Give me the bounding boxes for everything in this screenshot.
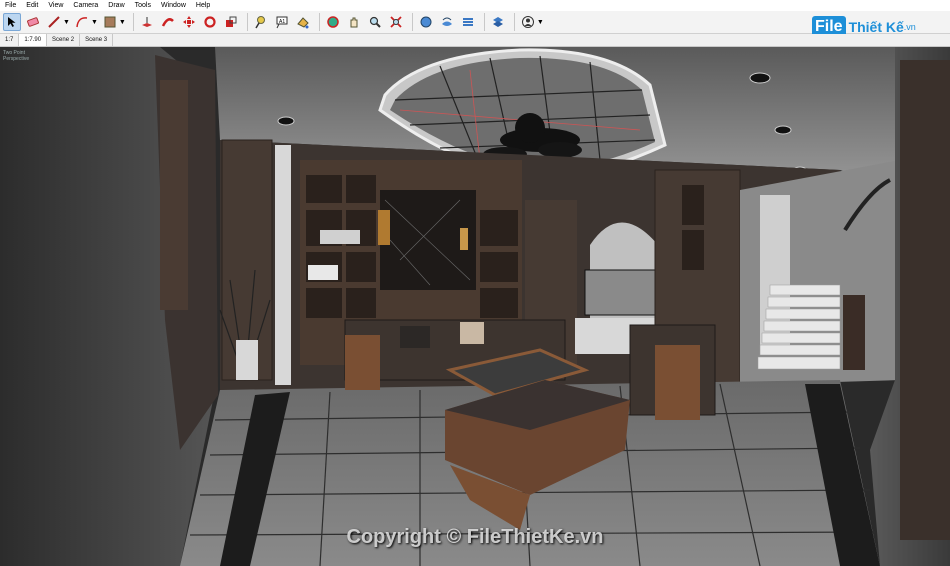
interior-render — [0, 47, 950, 566]
toolbar-separator — [483, 13, 485, 31]
toolbar-separator — [246, 13, 248, 31]
logo-thietke-text: Thiết Kế — [848, 19, 904, 35]
menu-window[interactable]: Window — [156, 0, 191, 11]
paint-icon[interactable] — [294, 13, 312, 31]
scale-field-a[interactable]: 1:7 — [0, 34, 20, 46]
model-viewport[interactable] — [0, 47, 950, 566]
arc-dropdown-icon[interactable]: ▼ — [91, 19, 98, 26]
tab-scene-2[interactable]: Scene 2 — [47, 34, 81, 46]
paint-dropdown-icon[interactable]: ▼ — [119, 19, 126, 26]
move-icon[interactable] — [180, 13, 198, 31]
arc-icon[interactable] — [73, 13, 91, 31]
text-icon[interactable]: A1 — [273, 13, 291, 31]
menu-camera[interactable]: Camera — [68, 0, 103, 11]
menu-file[interactable]: File — [0, 0, 21, 11]
pencil-icon[interactable] — [45, 13, 63, 31]
toolbar-separator — [513, 13, 515, 31]
rotate-icon[interactable] — [201, 13, 219, 31]
materials-icon[interactable] — [438, 13, 456, 31]
main-toolbar: ▼ ▼ ▼ A1 ▼ — [0, 11, 950, 34]
zoom-extents-icon[interactable] — [387, 13, 405, 31]
follow-me-icon[interactable] — [159, 13, 177, 31]
scale-field-b[interactable]: 1:7.90 — [19, 34, 48, 46]
zoom-icon[interactable] — [366, 13, 384, 31]
svg-text:A1: A1 — [279, 19, 285, 25]
menu-edit[interactable]: Edit — [21, 0, 43, 11]
toolbar-separator — [318, 13, 320, 31]
user-icon[interactable] — [519, 13, 537, 31]
toolbar-separator — [411, 13, 413, 31]
scene-tabs: 1:7 1:7.90 Scene 2 Scene 3 — [0, 34, 950, 47]
view-mode-line2: Perspective — [3, 56, 30, 62]
tab-scene-3[interactable]: Scene 3 — [80, 34, 114, 46]
eraser-icon[interactable] — [24, 13, 42, 31]
logo-vn-text: .vn — [903, 22, 916, 32]
select-icon[interactable] — [3, 13, 21, 31]
copyright-watermark: Copyright © FileThietKe.vn — [346, 526, 604, 548]
menu-bar: File Edit View Camera Draw Tools Window … — [0, 0, 950, 11]
pencil-dropdown-icon[interactable]: ▼ — [63, 19, 70, 26]
tape-measure-icon[interactable] — [252, 13, 270, 31]
styles-icon[interactable] — [459, 13, 477, 31]
pan-icon[interactable] — [345, 13, 363, 31]
toolbar-separator — [132, 13, 134, 31]
paint-bucket-icon[interactable] — [101, 13, 119, 31]
menu-help[interactable]: Help — [191, 0, 215, 11]
scale-icon[interactable] — [222, 13, 240, 31]
viewport-label: Two Point Perspective — [3, 50, 29, 62]
menu-tools[interactable]: Tools — [130, 0, 156, 11]
user-dropdown-icon[interactable]: ▼ — [537, 19, 544, 26]
push-pull-icon[interactable] — [138, 13, 156, 31]
menu-draw[interactable]: Draw — [103, 0, 129, 11]
layers-icon[interactable] — [489, 13, 507, 31]
menu-view[interactable]: View — [43, 0, 68, 11]
orbit-icon[interactable] — [324, 13, 342, 31]
components-icon[interactable] — [417, 13, 435, 31]
